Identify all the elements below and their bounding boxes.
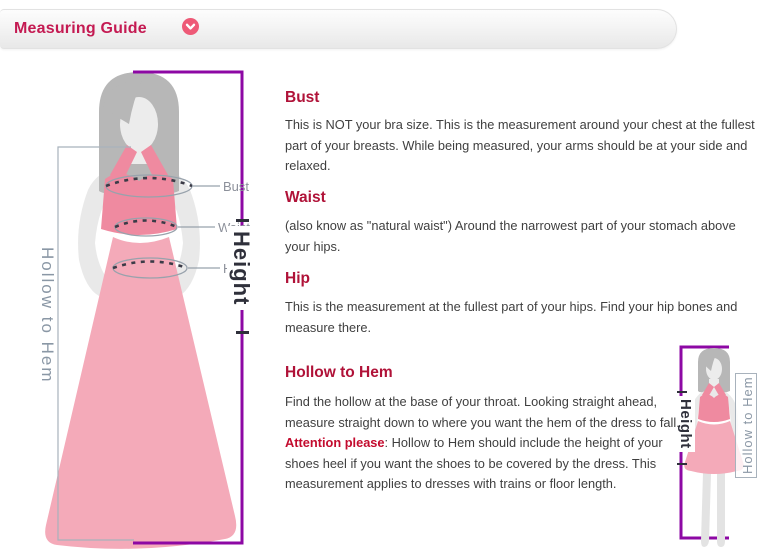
hip-description: This is the measurement at the fullest p… (285, 297, 760, 338)
dress-bodice (101, 173, 177, 235)
dress-bodice (698, 394, 730, 422)
waist-description: (also know as "natural waist") Around th… (285, 216, 760, 257)
hollow-to-hem-label: Hollow to Hem (37, 247, 57, 384)
height-tick (236, 331, 249, 334)
bust-label: Bust (223, 179, 249, 194)
attention-label: Attention please (285, 435, 385, 450)
hollow-to-hem-description: Find the hollow at the base of your thro… (285, 392, 687, 495)
hip-heading: Hip (285, 270, 310, 288)
small-hollow-to-hem-label: Hollow to Hem (740, 376, 756, 474)
main-figure (45, 72, 236, 549)
bust-description: This is NOT your bra size. This is the m… (285, 115, 760, 177)
hollow-description-intro: Find the hollow at the base of your thro… (285, 394, 680, 430)
measuring-guide-page: Measuring Guide (0, 0, 778, 553)
waist-heading: Waist (285, 189, 326, 207)
height-tick (236, 219, 249, 222)
hollow-to-hem-heading: Hollow to Hem (285, 364, 393, 382)
height-label: Height (227, 226, 255, 310)
dress-skirt (45, 237, 236, 549)
bust-heading: Bust (285, 89, 319, 107)
